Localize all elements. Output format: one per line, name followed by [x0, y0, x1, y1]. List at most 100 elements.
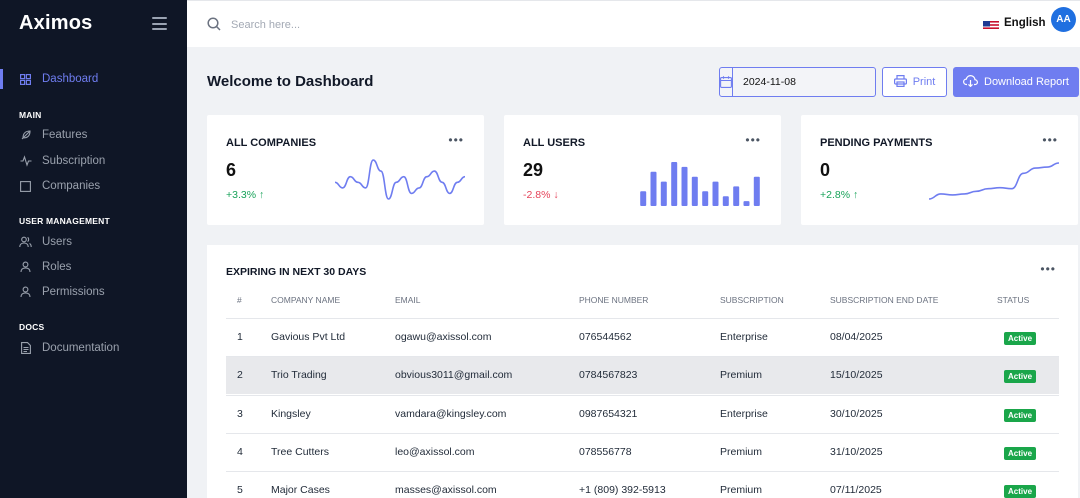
table-cell: 31/10/2025: [830, 445, 883, 458]
table-row[interactable]: 2 Trio Trading obvious3011@gmail.com 078456…: [226, 356, 1059, 395]
bar: [753, 176, 760, 206]
table-cell: 078556778: [579, 445, 632, 458]
square-icon: [19, 180, 32, 193]
calendar-icon[interactable]: [720, 68, 733, 96]
sidebar-item-subscription[interactable]: Subscription: [19, 151, 105, 171]
card-title: PENDING PAYMENTS: [820, 137, 933, 149]
sidebar-item-label: Permissions: [42, 286, 105, 298]
sidebar-item-users[interactable]: Users: [19, 232, 72, 252]
sidebar-item-label: Subscription: [42, 155, 106, 167]
user-icon: [19, 286, 32, 299]
sidebar-item-dashboard[interactable]: Dashboard: [19, 69, 98, 89]
table-row[interactable]: 5 Major Cases masses@axissol.com +1 (809) 3…: [226, 471, 1059, 498]
sidebar: Aximos Dashboard MAIN Features Subscript…: [0, 0, 187, 498]
payments-sparkline: [928, 162, 1060, 200]
card-change: +3.3% ↑: [226, 189, 265, 201]
card-title: ALL COMPANIES: [226, 137, 317, 149]
table-title: EXPIRING IN NEXT 30 DAYS: [226, 266, 367, 278]
table-cell: Enterprise: [720, 331, 768, 343]
arrow-up-icon: ↑: [259, 189, 265, 201]
cloud-download-icon: [962, 74, 979, 90]
sidebar-item-companies[interactable]: Companies: [19, 176, 100, 196]
sidebar-item-label: Dashboard: [42, 73, 99, 85]
table-cell: Trio Trading: [271, 369, 327, 382]
brand-logo[interactable]: Aximos: [19, 12, 92, 35]
table-cell: Premium: [720, 369, 763, 382]
date-input[interactable]: [733, 68, 878, 96]
sidebar-item-label: Features: [42, 129, 88, 141]
table-cell: 076544562: [579, 331, 632, 343]
more-options-icon[interactable]: •••: [448, 133, 464, 147]
column-header[interactable]: COMPANY NAME: [271, 295, 340, 305]
status-badge: Active: [1004, 408, 1037, 422]
section-heading-user-management: USER MANAGEMENT: [19, 216, 110, 226]
hamburger-menu-icon[interactable]: [152, 17, 167, 30]
activity-icon: [19, 155, 32, 168]
table-cell: masses@axissol.com: [395, 484, 497, 497]
feather-icon: [19, 129, 32, 142]
more-options-icon[interactable]: •••: [1042, 133, 1058, 147]
us-flag-icon[interactable]: [983, 19, 999, 30]
active-indicator: [0, 69, 3, 89]
more-options-icon[interactable]: •••: [745, 133, 761, 147]
table-cell: Premium: [720, 484, 763, 497]
search-input[interactable]: [231, 13, 491, 37]
table-cell: 1: [237, 331, 243, 343]
table-cell: Enterprise: [720, 407, 768, 420]
language-selector[interactable]: English: [1004, 17, 1046, 29]
print-label: Print: [912, 76, 936, 88]
stat-card-users: ALL USERS ••• 29 -2.8% ↓: [504, 115, 781, 225]
search-icon: [207, 17, 221, 36]
table-cell: 30/10/2025: [830, 407, 883, 420]
stat-card-pending-payments: PENDING PAYMENTS ••• 0 +2.8% ↑: [801, 115, 1078, 225]
table-row[interactable]: 4 Tree Cutters leo@axissol.com 078556778 Pre…: [226, 432, 1059, 471]
bar: [702, 191, 709, 206]
table-cell: Kingsley: [271, 407, 311, 420]
column-header[interactable]: #: [237, 295, 242, 305]
status-badge: Active: [1004, 370, 1037, 384]
sidebar-item-label: Roles: [42, 261, 72, 273]
date-picker[interactable]: [719, 67, 878, 97]
card-change: +2.8% ↑: [820, 189, 859, 201]
column-header[interactable]: EMAIL: [395, 295, 421, 305]
bar: [712, 181, 719, 206]
bar: [671, 162, 678, 206]
user-icon: [19, 261, 32, 274]
bar: [650, 171, 657, 206]
status-badge: Active: [1004, 485, 1037, 498]
table-cell: 07/11/2025: [830, 484, 882, 497]
download-report-button[interactable]: Download Report: [953, 67, 1079, 97]
table-cell: +1 (809) 392-5913: [579, 484, 666, 497]
stat-card-companies: ALL COMPANIES ••• 6 +3.3% ↑: [207, 115, 484, 225]
table-cell: Gavious Pvt Ltd: [271, 331, 346, 343]
table-cell: Tree Cutters: [271, 445, 329, 458]
column-header[interactable]: SUBSCRIPTION END DATE: [830, 295, 938, 305]
bar: [660, 181, 667, 206]
table-row[interactable]: 1 Gavious Pvt Ltd ogawu@axissol.com 0765445…: [226, 318, 1059, 356]
column-header[interactable]: STATUS: [997, 295, 1029, 305]
card-value: 6: [226, 160, 237, 180]
sidebar-item-documentation[interactable]: Documentation: [19, 338, 119, 358]
sidebar-item-roles[interactable]: Roles: [19, 257, 71, 277]
bar: [691, 176, 698, 206]
arrow-up-icon: ↑: [853, 189, 859, 201]
sidebar-item-label: Users: [42, 236, 73, 248]
more-options-icon[interactable]: •••: [1040, 262, 1056, 276]
sidebar-item-features[interactable]: Features: [19, 125, 87, 145]
avatar[interactable]: AA: [1051, 7, 1076, 32]
table-cell: vamdara@kingsley.com: [395, 407, 507, 420]
column-header[interactable]: SUBSCRIPTION: [720, 295, 784, 305]
sidebar-item-permissions[interactable]: Permissions: [19, 282, 105, 302]
table-cell: 15/10/2025: [830, 369, 883, 382]
table-cell: Premium: [720, 445, 763, 458]
companies-sparkline: [334, 159, 466, 200]
table-row[interactable]: 3 Kingsley vamdara@kingsley.com 0987654321 E…: [226, 394, 1059, 433]
sidebar-item-label: Documentation: [42, 342, 120, 354]
table-cell: 0987654321: [579, 407, 638, 420]
table-cell: 5: [237, 484, 243, 497]
document-icon: [19, 342, 32, 355]
print-button[interactable]: Print: [882, 67, 947, 97]
card-title: ALL USERS: [523, 137, 586, 149]
column-header[interactable]: PHONE NUMBER: [579, 295, 648, 305]
series-line: [334, 159, 466, 200]
